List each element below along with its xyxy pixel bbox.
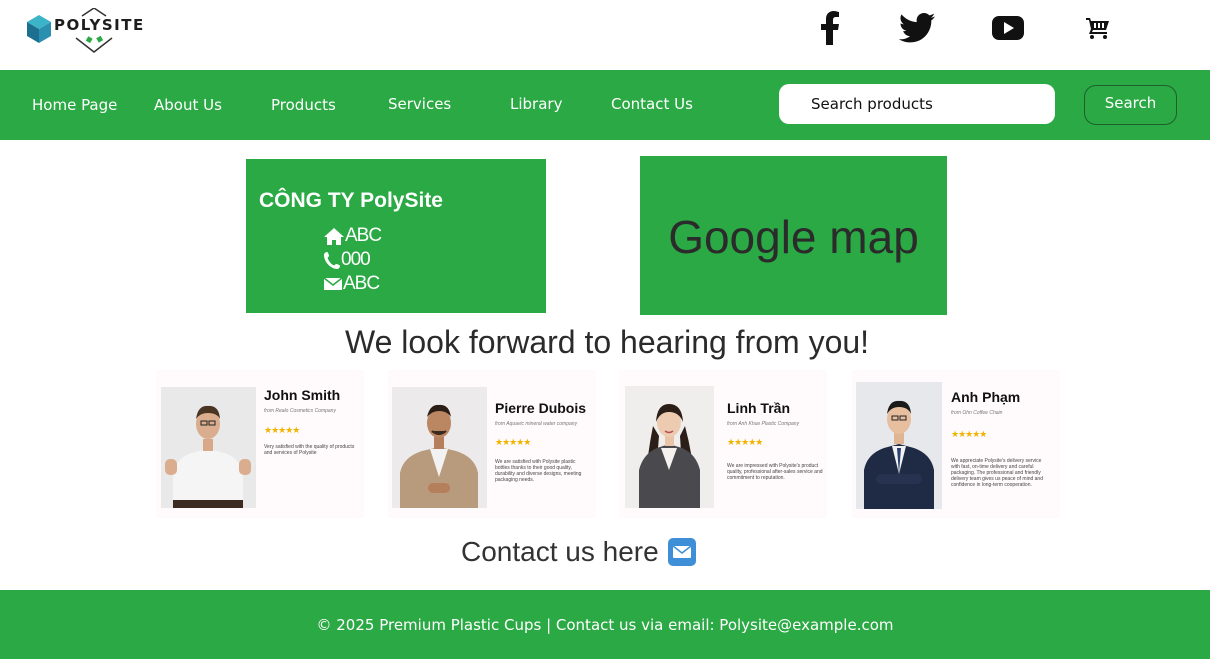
logo-text: POLYSITE bbox=[54, 16, 145, 34]
company-email: ABC bbox=[324, 273, 380, 295]
rating-stars: ★★★★★ bbox=[727, 437, 763, 447]
contact-us-label: Contact us here bbox=[461, 536, 659, 567]
testimonial-name: John Smith bbox=[264, 387, 341, 403]
testimonial-quote: We appreciate Polysite's delivery servic… bbox=[951, 458, 1043, 488]
search-button[interactable]: Search bbox=[1084, 85, 1177, 125]
envelope-icon bbox=[324, 277, 342, 290]
tagline: We look forward to hearing from you! bbox=[344, 324, 870, 360]
footer-text: © 2025 Premium Plastic Cups | Contact us… bbox=[316, 615, 894, 634]
company-email-text: ABC bbox=[343, 273, 380, 294]
testimonial-name: Pierre Dubois bbox=[495, 400, 587, 416]
google-map[interactable]: Google map bbox=[640, 156, 947, 315]
search-input[interactable] bbox=[779, 84, 1055, 124]
avatar bbox=[161, 387, 256, 508]
testimonial-name: Anh Phạm bbox=[951, 389, 1021, 405]
company-info-box: CÔNG TY PolySite ABC 000 ABC bbox=[246, 159, 546, 313]
page: POLYSITE Home Page About Us Products Ser… bbox=[0, 0, 1210, 659]
testimonial-company: from Anh Khue Plastic Company bbox=[727, 421, 800, 427]
avatar bbox=[856, 382, 942, 509]
company-title: CÔNG TY PolySite bbox=[259, 189, 443, 212]
testimonial-quote: We are impressed with Polysite's product… bbox=[727, 463, 823, 481]
testimonial-name: Linh Trần bbox=[727, 400, 790, 416]
contact-us-link[interactable]: Contact us here bbox=[461, 536, 696, 568]
testimonial-card: Anh Phạm from Ohn Coffee Chain ★★★★★ We … bbox=[852, 370, 1060, 518]
youtube-icon[interactable] bbox=[990, 10, 1026, 46]
rating-stars: ★★★★★ bbox=[495, 437, 531, 447]
testimonial-quote: We are satisfied with Polysite plastic b… bbox=[495, 459, 582, 483]
site-logo[interactable]: POLYSITE bbox=[24, 6, 154, 56]
facebook-icon[interactable] bbox=[816, 10, 844, 46]
testimonial-company: from Realo Cosmetics Company bbox=[264, 408, 336, 414]
nav-home[interactable]: Home Page bbox=[32, 96, 117, 114]
twitter-icon[interactable] bbox=[897, 10, 937, 46]
map-label: Google map bbox=[668, 210, 919, 263]
testimonial-card: Linh Trần from Anh Khue Plastic Company … bbox=[619, 370, 827, 518]
nav-products[interactable]: Products bbox=[271, 96, 336, 114]
rating-stars: ★★★★★ bbox=[951, 429, 987, 439]
avatar bbox=[392, 387, 487, 508]
testimonial-company: from Ohn Coffee Chain bbox=[951, 410, 1003, 416]
rating-stars: ★★★★★ bbox=[264, 425, 300, 435]
nav-library[interactable]: Library bbox=[510, 95, 562, 113]
company-phone: 000 bbox=[324, 249, 371, 271]
company-address: ABC bbox=[324, 225, 382, 247]
phone-icon bbox=[324, 252, 340, 269]
cart-icon[interactable] bbox=[1083, 10, 1113, 46]
footer: © 2025 Premium Plastic Cups | Contact us… bbox=[0, 590, 1210, 659]
testimonial-card: Pierre Dubois from Aquavic mineral water… bbox=[388, 370, 596, 518]
nav-contact[interactable]: Contact Us bbox=[611, 95, 693, 113]
avatar bbox=[625, 386, 714, 508]
nav-services[interactable]: Services bbox=[388, 95, 451, 113]
nav-about[interactable]: About Us bbox=[154, 96, 222, 114]
testimonial-quote: Very satisfied with the quality of produ… bbox=[264, 444, 355, 456]
mail-icon bbox=[667, 538, 696, 566]
testimonial-company: from Aquavic mineral water company bbox=[495, 421, 578, 427]
company-phone-text: 000 bbox=[341, 249, 371, 270]
main-nav: Home Page About Us Products Services Lib… bbox=[0, 70, 1210, 140]
home-icon bbox=[324, 228, 344, 245]
logo-cube-icon bbox=[27, 15, 51, 43]
company-address-text: ABC bbox=[345, 225, 382, 246]
testimonial-card: John Smith from Realo Cosmetics Company … bbox=[156, 370, 364, 518]
